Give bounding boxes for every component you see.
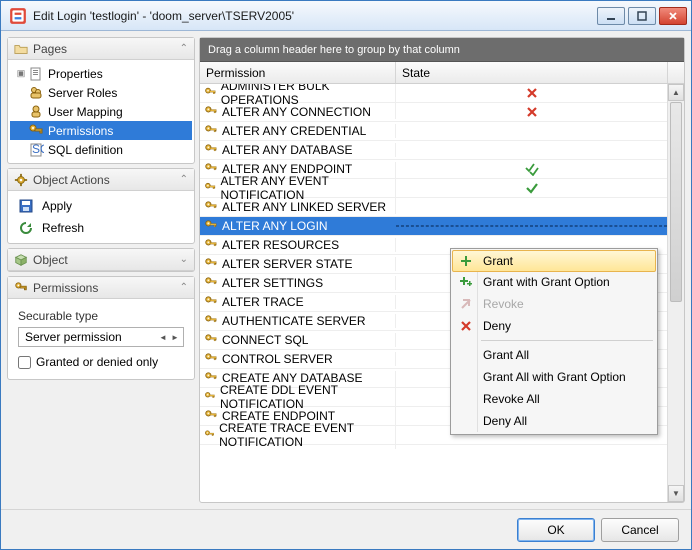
grant-state-icon — [525, 181, 539, 195]
securable-type-label: Securable type — [10, 303, 192, 325]
menu-separator — [481, 340, 653, 341]
permission-key-icon — [204, 295, 218, 309]
menu-grant-all-with-option[interactable]: Grant All with Grant Option — [453, 366, 655, 388]
svg-text:SQL: SQL — [32, 142, 44, 156]
permissions-panel: Permissions ⌃ Securable type Server perm… — [7, 276, 195, 380]
app-icon — [9, 7, 27, 25]
object-actions-header[interactable]: Object Actions ⌃ — [8, 169, 194, 191]
permission-key-icon — [204, 276, 218, 290]
cancel-button[interactable]: Cancel — [601, 518, 679, 542]
permission-row[interactable]: ALTER ANY CREDENTIAL — [200, 122, 667, 141]
combo-prev-icon[interactable]: ◄ — [157, 333, 169, 342]
object-actions-panel: Object Actions ⌃ Apply Refresh — [7, 168, 195, 244]
object-panel: Object ⌄ — [7, 248, 195, 272]
collapse-icon: ⌃ — [180, 174, 188, 185]
menu-revoke-all[interactable]: Revoke All — [453, 388, 655, 410]
pages-panel: Pages ⌃ ▣PropertiesServer RolesUser Mapp… — [7, 37, 195, 164]
page-icon — [28, 85, 44, 101]
menu-deny-all[interactable]: Deny All — [453, 410, 655, 432]
scroll-down-button[interactable]: ▼ — [668, 485, 684, 502]
permission-key-icon — [204, 143, 218, 157]
gear-icon — [14, 173, 28, 187]
page-icon — [28, 123, 44, 139]
window-title: Edit Login 'testlogin' - 'doom_server\TS… — [33, 9, 594, 23]
refresh-action[interactable]: Refresh — [10, 217, 192, 239]
deny-state-icon — [525, 86, 539, 100]
apply-action[interactable]: Apply — [10, 195, 192, 217]
context-menu: Grant Grant with Grant Option Revoke Den… — [450, 248, 658, 435]
menu-grant-all[interactable]: Grant All — [453, 344, 655, 366]
combo-next-icon[interactable]: ► — [169, 333, 181, 342]
object-panel-header[interactable]: Object ⌄ — [8, 249, 194, 271]
collapse-icon: ⌃ — [180, 282, 188, 293]
deny-icon — [459, 319, 473, 333]
revoke-icon — [459, 297, 473, 311]
save-icon — [18, 198, 34, 214]
refresh-icon — [18, 220, 34, 236]
pages-panel-header[interactable]: Pages ⌃ — [8, 38, 194, 60]
permission-key-icon — [204, 390, 216, 404]
page-permissions[interactable]: Permissions — [10, 121, 192, 140]
collapse-icon: ⌃ — [180, 43, 188, 54]
granted-only-checkbox[interactable]: Granted or denied only — [10, 349, 192, 375]
grant-icon — [459, 254, 473, 268]
permission-row[interactable]: ALTER ANY LOGIN — [200, 217, 667, 236]
cube-icon — [14, 253, 28, 267]
permission-key-icon — [204, 352, 218, 366]
ok-button[interactable]: OK — [517, 518, 595, 542]
minimize-button[interactable] — [597, 7, 625, 25]
permission-key-icon — [204, 238, 218, 252]
permission-key-icon — [204, 257, 218, 271]
titlebar[interactable]: Edit Login 'testlogin' - 'doom_server\TS… — [1, 1, 691, 31]
dialog-footer: OK Cancel — [1, 509, 691, 549]
permission-key-icon — [204, 428, 215, 442]
page-icon — [28, 104, 44, 120]
permission-row[interactable]: ADMINISTER BULK OPERATIONS — [200, 84, 667, 103]
page-server-roles[interactable]: Server Roles — [10, 83, 192, 102]
scroll-thumb[interactable] — [670, 102, 682, 302]
group-by-bar[interactable]: Drag a column header here to group by th… — [200, 38, 684, 62]
deny-state-icon — [525, 105, 539, 119]
vertical-scrollbar[interactable]: ▲ ▼ — [667, 84, 684, 502]
folder-icon — [14, 42, 28, 56]
page-user-mapping[interactable]: User Mapping — [10, 102, 192, 121]
page-icon: SQL — [28, 142, 44, 158]
permission-key-icon — [204, 181, 217, 195]
menu-grant[interactable]: Grant — [452, 250, 656, 272]
grant-option-state-icon — [525, 162, 539, 176]
permission-key-icon — [204, 200, 218, 214]
page-sql-definition[interactable]: SQLSQL definition — [10, 140, 192, 159]
close-button[interactable] — [659, 7, 687, 25]
permission-row[interactable]: ALTER ANY EVENT NOTIFICATION — [200, 179, 667, 198]
expand-icon: ⌄ — [180, 254, 188, 265]
page-icon — [28, 66, 44, 82]
key-icon — [14, 281, 28, 295]
scroll-up-button[interactable]: ▲ — [668, 84, 684, 101]
dialog-window: Edit Login 'testlogin' - 'doom_server\TS… — [0, 0, 692, 550]
menu-revoke: Revoke — [453, 293, 655, 315]
permission-key-icon — [204, 86, 217, 100]
menu-grant-with-option[interactable]: Grant with Grant Option — [453, 271, 655, 293]
permission-key-icon — [204, 314, 218, 328]
permission-key-icon — [204, 124, 218, 138]
permissions-panel-header[interactable]: Permissions ⌃ — [8, 277, 194, 299]
maximize-button[interactable] — [628, 7, 656, 25]
permission-key-icon — [204, 219, 218, 233]
permission-row[interactable]: ALTER ANY DATABASE — [200, 141, 667, 160]
page-properties[interactable]: ▣Properties — [10, 64, 192, 83]
securable-type-combo[interactable]: Server permission ◄ ► — [18, 327, 184, 347]
permission-key-icon — [204, 105, 218, 119]
permission-key-icon — [204, 333, 218, 347]
grant-option-icon — [459, 275, 473, 289]
permission-row[interactable]: ALTER ANY LINKED SERVER — [200, 198, 667, 217]
col-state[interactable]: State — [396, 62, 667, 83]
col-permission[interactable]: Permission — [200, 62, 396, 83]
column-header-row: Permission State — [200, 62, 684, 84]
menu-deny[interactable]: Deny — [453, 315, 655, 337]
permission-row[interactable]: ALTER ANY CONNECTION — [200, 103, 667, 122]
